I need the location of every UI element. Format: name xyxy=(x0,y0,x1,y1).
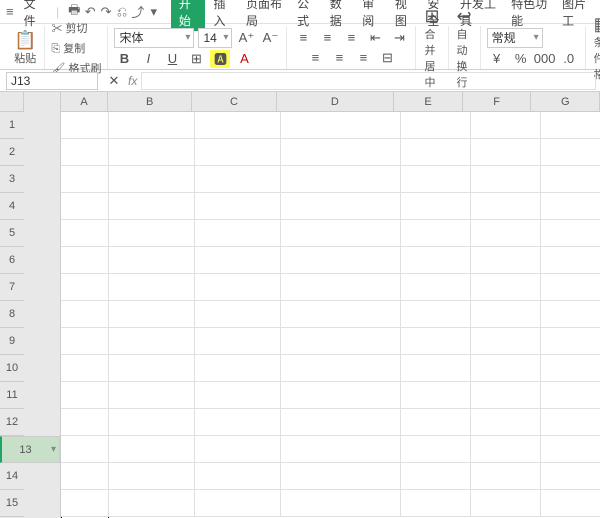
col-header-E[interactable]: E xyxy=(394,92,463,111)
row-header-13[interactable]: 13 xyxy=(0,436,60,463)
name-box[interactable]: J13 xyxy=(6,72,98,90)
formula-input[interactable] xyxy=(141,72,596,90)
bold-button[interactable]: B xyxy=(114,50,134,68)
dec-inc-icon[interactable]: .0 xyxy=(559,50,579,68)
row-header-12[interactable]: 12 xyxy=(0,409,24,436)
decrease-font-icon[interactable]: A⁻ xyxy=(260,29,280,47)
cut-button[interactable]: ✂ 剪切 xyxy=(49,19,89,37)
paste-label: 粘贴 xyxy=(14,50,36,66)
cell-grid[interactable]: 序列部门人员其它信息财务部徐碌王旦欣王伟技术部朱继武周雪供应部徐利伟袁龙嘉生产部… xyxy=(61,112,600,518)
row-headers: 123456789101112131415 xyxy=(0,92,61,518)
underline-button[interactable]: U xyxy=(162,50,182,68)
increase-font-icon[interactable]: A⁺ xyxy=(236,29,256,47)
worksheet: 123456789101112131415 ABCDEFG 序列部门人员其它信息… xyxy=(0,92,600,518)
row-header-1[interactable]: 1 xyxy=(0,112,24,139)
row-header-6[interactable]: 6 xyxy=(0,247,24,274)
comma-icon[interactable]: 000 xyxy=(535,50,555,68)
row-header-10[interactable]: 10 xyxy=(0,355,24,382)
select-all-corner[interactable] xyxy=(0,92,24,112)
font-size-select[interactable]: 14 xyxy=(198,28,232,48)
align-top-icon[interactable]: ≡ xyxy=(293,29,313,47)
row-header-11[interactable]: 11 xyxy=(0,382,24,409)
font-color-button[interactable]: A xyxy=(234,50,254,68)
col-header-G[interactable]: G xyxy=(531,92,600,111)
hamburger-icon[interactable]: ≡ xyxy=(4,4,16,19)
column-headers: ABCDEFG xyxy=(61,92,600,112)
align-bottom-icon[interactable]: ≡ xyxy=(341,29,361,47)
wrap-icon: ↩ xyxy=(457,6,472,26)
row-header-3[interactable]: 3 xyxy=(0,166,24,193)
col-header-C[interactable]: C xyxy=(192,92,276,111)
row-header-8[interactable]: 8 xyxy=(0,301,24,328)
row-header-9[interactable]: 9 xyxy=(0,328,24,355)
indent-dec-icon[interactable]: ⇤ xyxy=(365,29,385,47)
col-header-A[interactable]: A xyxy=(61,92,108,111)
number-format-select[interactable]: 常规 xyxy=(487,28,543,48)
qat-undo-icon[interactable]: ↶ xyxy=(83,4,97,20)
paste-button[interactable]: 📋 粘贴 xyxy=(10,30,40,66)
fx-icon[interactable]: fx xyxy=(128,74,137,88)
row-header-7[interactable]: 7 xyxy=(0,274,24,301)
col-header-D[interactable]: D xyxy=(277,92,395,111)
row-header-2[interactable]: 2 xyxy=(0,139,24,166)
align-center-icon[interactable]: ≡ xyxy=(329,49,349,67)
col-header-F[interactable]: F xyxy=(463,92,532,111)
indent-inc-icon[interactable]: ⇥ xyxy=(389,29,409,47)
align-left-icon[interactable]: ≡ xyxy=(305,49,325,67)
qat-icon-4[interactable]: ⤴ xyxy=(131,2,145,21)
row-header-4[interactable]: 4 xyxy=(0,193,24,220)
align-middle-icon[interactable]: ≡ xyxy=(317,29,337,47)
row-header-5[interactable]: 5 xyxy=(0,220,24,247)
paste-icon: 📋 xyxy=(14,30,36,50)
menu-bar: ≡ 文件 | 🖶 ↶ ↷ ⎌ ⤴ ▾ 开始 插入 页面布局 公式 数据 审阅 视… xyxy=(0,0,600,24)
formula-bar: J13 ✕ fx xyxy=(0,70,600,92)
italic-button[interactable]: I xyxy=(138,50,158,68)
qat-more-icon[interactable]: ▾ xyxy=(147,4,161,20)
row-header-15[interactable]: 15 xyxy=(0,490,24,517)
qat-redo-icon[interactable]: ↷ xyxy=(99,4,113,20)
font-name-select[interactable]: 宋体 xyxy=(114,28,194,48)
fx-cancel-icon[interactable]: ✕ xyxy=(104,72,124,90)
merge-icon: ⊞ xyxy=(424,6,439,26)
col-header-B[interactable]: B xyxy=(108,92,192,111)
percent-icon[interactable]: % xyxy=(511,50,531,68)
currency-icon[interactable]: ¥ xyxy=(487,50,507,68)
border-button[interactable]: ⊞ xyxy=(186,50,206,68)
copy-button[interactable]: ⎘ 复制 xyxy=(49,39,87,57)
row-header-14[interactable]: 14 xyxy=(0,463,24,490)
qat-icon-3[interactable]: ⎌ xyxy=(115,4,129,20)
cond-format-icon: ▦ xyxy=(594,14,600,34)
fill-color-button[interactable]: 🅰 xyxy=(210,50,230,68)
ribbon-toolbar: 📋 粘贴 ✂ 剪切 ⎘ 复制 🖌 格式刷 宋体 14 A⁺ A⁻ B I U ⊞… xyxy=(0,24,600,70)
align-right-icon[interactable]: ≡ xyxy=(353,49,373,67)
merge-split-icon[interactable]: ⊟ xyxy=(377,49,397,67)
